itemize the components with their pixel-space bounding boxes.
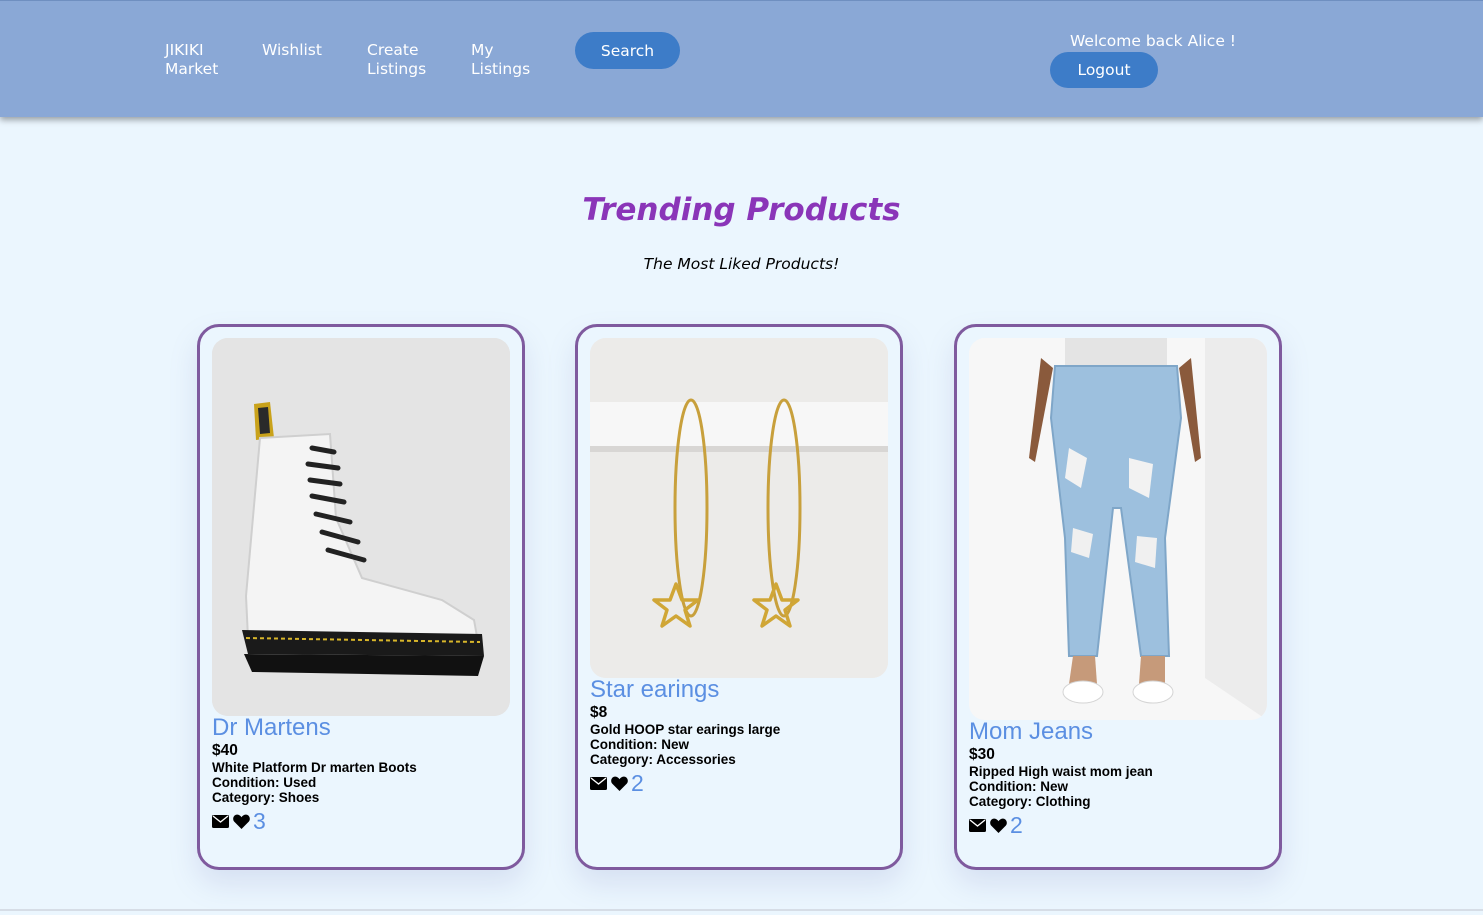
product-name[interactable]: Dr Martens (212, 714, 512, 742)
nav-create-listings-link[interactable]: Create Listings (367, 41, 426, 79)
product-card[interactable]: Star earings $8 Gold HOOP star earings l… (575, 324, 903, 870)
product-name[interactable]: Star earings (590, 676, 890, 704)
welcome-message: Welcome back Alice ! (1070, 32, 1237, 50)
product-image[interactable] (212, 338, 510, 716)
product-card[interactable]: Dr Martens $40 White Platform Dr marten … (197, 324, 525, 870)
product-category: Category: Clothing (969, 794, 1091, 809)
product-info: Dr Martens $40 White Platform Dr marten … (212, 714, 512, 833)
product-info: Star earings $8 Gold HOOP star earings l… (590, 676, 890, 795)
heart-icon[interactable] (990, 818, 1007, 833)
envelope-icon[interactable] (590, 776, 607, 790)
product-info: Mom Jeans $30 Ripped High waist mom jean… (969, 718, 1269, 837)
product-image[interactable] (969, 338, 1267, 720)
boot-icon (212, 338, 510, 716)
product-description: Ripped High waist mom jean (969, 764, 1153, 779)
nav-my-listings-link[interactable]: My Listings (471, 41, 530, 79)
product-condition: Condition: New (590, 737, 689, 752)
product-category: Category: Shoes (212, 790, 320, 805)
product-actions: 3 (212, 809, 512, 833)
nav-wishlist-link[interactable]: Wishlist (262, 41, 322, 60)
page-bottom-divider (0, 909, 1483, 911)
jeans-icon (969, 338, 1267, 720)
product-category: Category: Accessories (590, 752, 736, 767)
product-price: $30 (969, 746, 995, 763)
search-button[interactable]: Search (575, 32, 680, 69)
earrings-icon (590, 338, 888, 678)
product-description: Gold HOOP star earings large (590, 722, 781, 737)
product-image[interactable] (590, 338, 888, 678)
product-name[interactable]: Mom Jeans (969, 718, 1269, 746)
envelope-icon[interactable] (212, 814, 229, 828)
nav-brand-link[interactable]: JIKIKI Market (165, 41, 218, 79)
heart-icon[interactable] (233, 814, 250, 829)
product-condition: Condition: Used (212, 775, 317, 790)
product-condition: Condition: New (969, 779, 1068, 794)
like-count: 3 (253, 808, 266, 834)
page-title: Trending Products (582, 192, 901, 228)
product-card[interactable]: Mom Jeans $30 Ripped High waist mom jean… (954, 324, 1282, 870)
page-subtitle: The Most Liked Products! (643, 255, 840, 273)
product-price: $40 (212, 742, 238, 759)
envelope-icon[interactable] (969, 818, 986, 832)
product-description: White Platform Dr marten Boots (212, 760, 417, 775)
logout-button[interactable]: Logout (1050, 52, 1158, 88)
like-count: 2 (1010, 812, 1023, 838)
product-actions: 2 (969, 813, 1269, 837)
top-navbar: JIKIKI Market Wishlist Create Listings M… (0, 0, 1483, 117)
like-count: 2 (631, 770, 644, 796)
product-price: $8 (590, 704, 608, 721)
heart-icon[interactable] (611, 776, 628, 791)
product-actions: 2 (590, 771, 890, 795)
